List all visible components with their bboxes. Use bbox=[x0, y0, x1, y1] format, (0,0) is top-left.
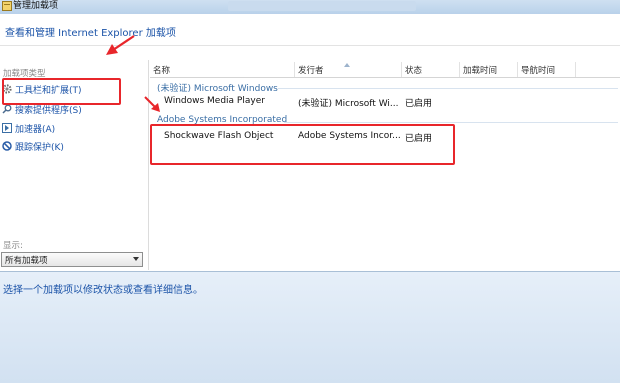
table-row[interactable]: Windows Media Player (未验证) Microsoft Wi.… bbox=[150, 95, 620, 111]
column-header-publisher[interactable]: 发行者 bbox=[298, 64, 324, 76]
column-header-load-time[interactable]: 加载时间 bbox=[463, 64, 497, 76]
show-dropdown-value: 所有加载项 bbox=[5, 256, 48, 266]
sidebar-item-label: 跟踪保护(K) bbox=[15, 142, 64, 153]
details-panel: 选择一个加载项以修改状态或查看详细信息。 bbox=[0, 271, 620, 383]
annotation-box bbox=[2, 78, 121, 105]
show-dropdown[interactable]: 所有加载项 bbox=[1, 252, 143, 267]
column-header-status[interactable]: 状态 bbox=[405, 64, 422, 76]
search-icon bbox=[2, 104, 12, 114]
column-separator[interactable] bbox=[294, 62, 295, 77]
block-icon bbox=[2, 141, 12, 151]
show-label: 显示: bbox=[3, 241, 23, 251]
addon-name: Windows Media Player bbox=[164, 96, 265, 106]
page-title: 查看和管理 Internet Explorer 加载项 bbox=[5, 28, 176, 39]
column-separator[interactable] bbox=[459, 62, 460, 77]
list-column-header: 名称 发行者 状态 加载时间 导航时间 bbox=[150, 62, 620, 78]
panel-divider bbox=[148, 60, 149, 270]
column-separator[interactable] bbox=[517, 62, 518, 77]
chevron-down-icon bbox=[133, 257, 139, 261]
accelerator-icon bbox=[2, 123, 12, 133]
addon-publisher: (未验证) Microsoft Wi... bbox=[298, 99, 399, 109]
column-separator[interactable] bbox=[575, 62, 576, 77]
group-divider bbox=[278, 88, 618, 89]
sidebar-item-label: 加速器(A) bbox=[15, 124, 56, 135]
title-bar-blurred-text bbox=[228, 1, 416, 11]
group-header: (未验证) Microsoft Windows bbox=[157, 84, 278, 94]
group-divider bbox=[284, 122, 618, 123]
column-header-navigation-time[interactable]: 导航时间 bbox=[521, 64, 555, 76]
addon-status: 已启用 bbox=[405, 99, 433, 109]
sort-up-icon bbox=[344, 63, 350, 67]
column-header-name[interactable]: 名称 bbox=[153, 64, 170, 76]
window-title: 管理加载项 bbox=[13, 1, 59, 11]
column-separator[interactable] bbox=[401, 62, 402, 77]
addons-window-icon bbox=[2, 1, 12, 11]
title-bar: 管理加载项 bbox=[0, 0, 620, 14]
sidebar-item-tracking-protection[interactable]: 跟踪保护(K) bbox=[2, 138, 64, 154]
annotation-box bbox=[150, 124, 455, 165]
details-prompt: 选择一个加载项以修改状态或查看详细信息。 bbox=[3, 285, 203, 296]
sidebar-item-accelerators[interactable]: 加速器(A) bbox=[2, 120, 55, 136]
